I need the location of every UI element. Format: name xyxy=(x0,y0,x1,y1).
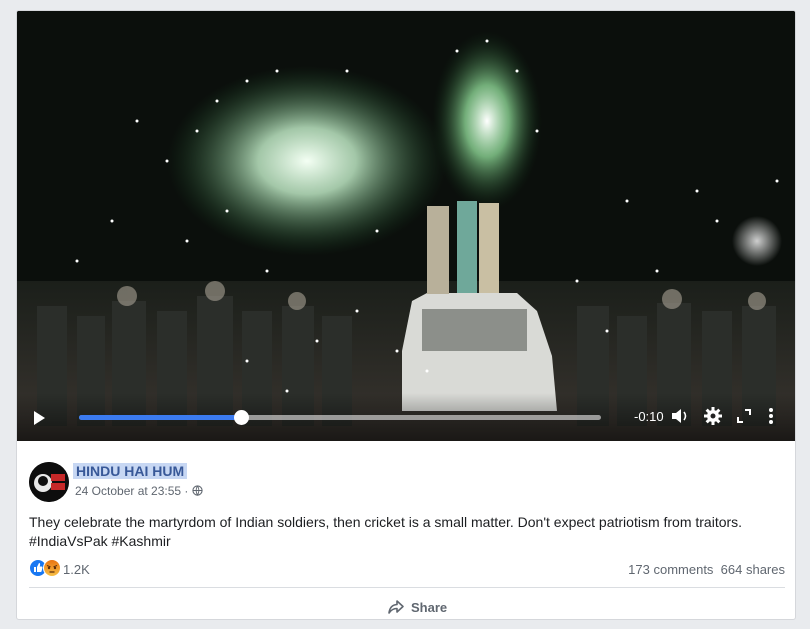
angry-icon xyxy=(43,559,61,577)
share-icon xyxy=(388,600,404,614)
video-progress-fill xyxy=(79,415,241,420)
video-controls: -0:10 xyxy=(17,393,795,441)
shares-count[interactable]: 664 shares xyxy=(721,562,785,577)
reaction-count[interactable]: 1.2K xyxy=(63,562,90,577)
video-progress-bar[interactable] xyxy=(79,410,601,425)
page-avatar[interactable] xyxy=(29,462,69,502)
comments-count[interactable]: 173 comments xyxy=(628,562,713,577)
more-options-icon[interactable] xyxy=(765,406,777,426)
volume-icon[interactable] xyxy=(670,406,690,426)
post-timestamp[interactable]: 24 October at 23:55 xyxy=(75,484,181,498)
hashtag-link[interactable]: #IndiaVsPak xyxy=(29,533,108,549)
share-label: Share xyxy=(411,600,448,615)
gear-icon[interactable] xyxy=(703,406,723,426)
hashtag-link[interactable]: #Kashmir xyxy=(112,533,171,549)
post-card: -0:10 HINDU HAI HUM 24 October at 23:55 … xyxy=(16,10,796,620)
engagement-counts: 173 comments 664 shares xyxy=(628,562,785,577)
fullscreen-icon[interactable] xyxy=(736,408,752,424)
post-text: They celebrate the martyrdom of Indian s… xyxy=(29,513,779,551)
meta-separator: · xyxy=(181,484,192,498)
video-player[interactable]: -0:10 xyxy=(17,11,795,441)
post-message: They celebrate the martyrdom of Indian s… xyxy=(29,514,743,530)
video-frame xyxy=(17,11,795,441)
time-remaining: -0:10 xyxy=(634,409,664,424)
globe-icon xyxy=(192,485,203,496)
actions-divider xyxy=(29,587,785,588)
page-name-link[interactable]: HINDU HAI HUM xyxy=(73,463,188,479)
play-icon[interactable] xyxy=(31,410,47,426)
post-meta: 24 October at 23:55 · xyxy=(75,484,203,498)
video-scrubber-handle[interactable] xyxy=(233,410,249,425)
avatar-logo xyxy=(29,462,69,502)
